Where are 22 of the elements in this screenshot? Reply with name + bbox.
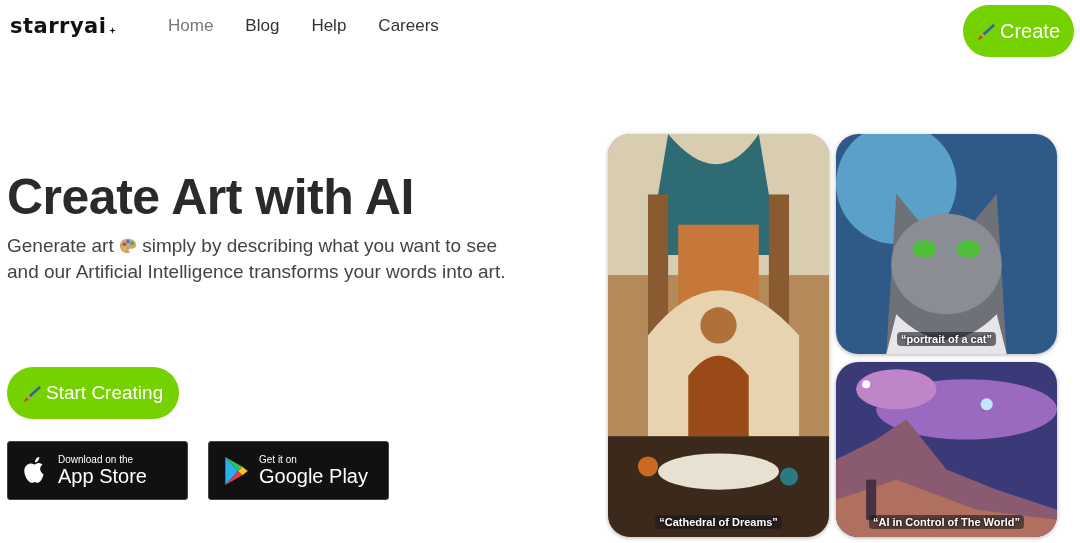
artwork-caption: “Cathedral of Dreams” — [655, 515, 782, 529]
sparkle-icon — [109, 26, 117, 34]
nav-link[interactable]: Blog — [245, 16, 280, 36]
artwork-card[interactable]: “AI in Control of The World” — [836, 362, 1057, 537]
tagline-text: Generate art — [7, 235, 114, 256]
hero-title: Create Art with AI — [7, 168, 415, 227]
artwork-caption: “AI in Control of The World” — [868, 515, 1025, 529]
logo[interactable]: starryai — [10, 14, 107, 38]
tagline-text: and our Artificial Intelligence transforms your words into art. — [7, 261, 506, 282]
tagline-text: simply by describing what you want to see — [142, 235, 498, 256]
nav-link[interactable]: Careers — [378, 16, 439, 36]
palette-icon — [118, 237, 137, 255]
store-badge-button[interactable]: Get it on Google Play — [208, 441, 389, 500]
artwork-caption: “portrait of a cat” — [896, 332, 997, 346]
artwork-card[interactable]: “Cathedral of Dreams” — [608, 134, 829, 537]
paintbrush-icon — [23, 383, 42, 403]
nav-link[interactable]: Help — [311, 16, 347, 36]
nav-link[interactable]: Home — [168, 16, 214, 36]
store-badge-button[interactable]: Download on the App Store — [7, 441, 188, 500]
artwork-card[interactable]: “portrait of a cat” — [836, 134, 1057, 354]
paintbrush-icon — [976, 21, 996, 41]
play-triangle-icon — [223, 455, 249, 486]
